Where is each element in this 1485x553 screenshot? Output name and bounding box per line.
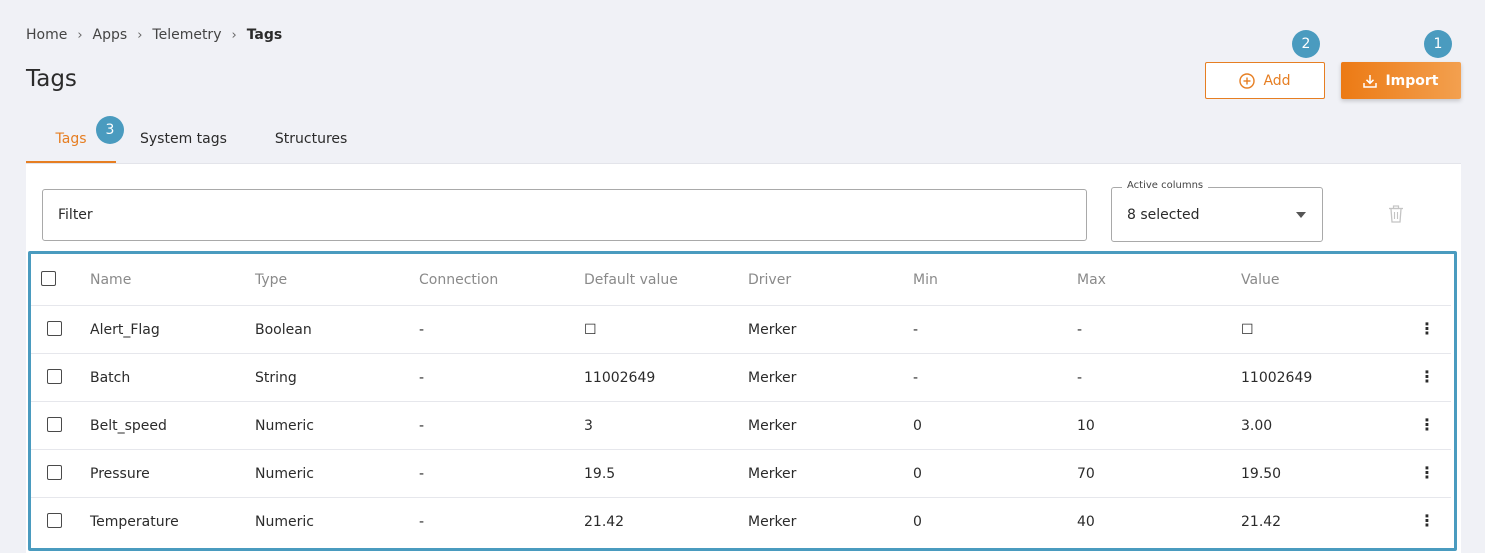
cell-value: 3.00	[1241, 417, 1273, 434]
row-checkbox[interactable]	[47, 417, 62, 432]
page-title: Tags	[26, 66, 77, 92]
table-row[interactable]: Belt_speed Numeric - 3 Merker 0 10 3.00 …	[31, 402, 1451, 450]
cell-driver: Merker	[748, 369, 797, 386]
breadcrumb-telemetry[interactable]: Telemetry	[152, 27, 221, 43]
more-vert-icon[interactable]: ⋮	[1419, 463, 1435, 482]
tags-table: Name Type Connection Default value Drive…	[28, 251, 1457, 551]
table-row[interactable]: Alert_Flag Boolean - ☐ Merker - - ☐ ⋮	[31, 306, 1451, 354]
cell-min: -	[913, 321, 919, 338]
cell-name: Alert_Flag	[90, 321, 160, 338]
cell-driver: Merker	[748, 321, 797, 338]
cell-connection: -	[419, 321, 425, 338]
table-row[interactable]: Pressure Numeric - 19.5 Merker 0 70 19.5…	[31, 450, 1451, 498]
cell-driver: Merker	[748, 417, 797, 434]
more-vert-icon[interactable]: ⋮	[1419, 319, 1435, 338]
tags-panel: Active columns 8 selected Name Type Conn…	[26, 163, 1461, 553]
table-row[interactable]: Batch String - 11002649 Merker - - 11002…	[31, 354, 1451, 402]
breadcrumb-home[interactable]: Home	[26, 27, 67, 43]
cell-name: Batch	[90, 369, 131, 386]
filter-input[interactable]	[58, 207, 1086, 223]
active-columns-value: 8 selected	[1127, 207, 1200, 223]
cell-min: 0	[913, 514, 922, 530]
cell-min: 0	[913, 465, 922, 482]
import-button[interactable]: Import	[1341, 62, 1461, 99]
column-header-name[interactable]: Name	[90, 254, 131, 305]
cell-name: Belt_speed	[90, 417, 167, 434]
active-columns-label: Active columns	[1122, 180, 1209, 191]
column-header-max[interactable]: Max	[1077, 254, 1106, 305]
add-button[interactable]: Add	[1205, 62, 1325, 99]
cell-default-value: 19.5	[584, 465, 616, 482]
cell-default-value: 3	[584, 417, 593, 434]
download-icon	[1363, 74, 1378, 88]
cell-min: -	[913, 369, 919, 386]
cell-default-value: 21.42	[584, 514, 625, 530]
breadcrumb-separator: ›	[137, 27, 143, 43]
cell-connection: -	[419, 514, 425, 530]
callout-badge-2: 2	[1292, 30, 1320, 58]
cell-max: 40	[1077, 514, 1095, 530]
column-header-default-value[interactable]: Default value	[584, 254, 678, 305]
cell-value: 11002649	[1241, 369, 1313, 386]
cell-name: Temperature	[90, 514, 179, 530]
callout-badge-1: 1	[1424, 30, 1452, 58]
add-button-label: Add	[1263, 72, 1291, 89]
cell-max: 70	[1077, 465, 1095, 482]
cell-type: Numeric	[255, 514, 314, 530]
add-circle-icon	[1239, 72, 1256, 89]
column-header-value[interactable]: Value	[1241, 254, 1279, 305]
cell-connection: -	[419, 417, 425, 434]
column-header-min[interactable]: Min	[913, 254, 938, 305]
cell-min: 0	[913, 417, 922, 434]
cell-connection: -	[419, 369, 425, 386]
select-all-checkbox[interactable]	[41, 271, 56, 286]
tab-structures[interactable]: Structures	[275, 118, 347, 163]
cell-value: 21.42	[1241, 514, 1282, 530]
cell-value: 19.50	[1241, 465, 1282, 482]
more-vert-icon[interactable]: ⋮	[1419, 415, 1435, 434]
column-header-type[interactable]: Type	[255, 254, 287, 305]
breadcrumb-apps[interactable]: Apps	[93, 27, 128, 43]
breadcrumb-separator: ›	[231, 27, 237, 43]
column-header-connection[interactable]: Connection	[419, 254, 498, 305]
cell-type: Numeric	[255, 465, 314, 482]
cell-connection: -	[419, 465, 425, 482]
breadcrumb: Home › Apps › Telemetry › Tags	[26, 27, 282, 43]
more-vert-icon[interactable]: ⋮	[1419, 511, 1435, 530]
table-row[interactable]: Temperature Numeric - 21.42 Merker 0 40 …	[31, 498, 1451, 546]
tab-bar: Tags System tags Structures	[26, 118, 347, 163]
row-checkbox[interactable]	[47, 513, 62, 528]
breadcrumb-separator: ›	[77, 27, 83, 43]
cell-name: Pressure	[90, 465, 150, 482]
row-checkbox[interactable]	[47, 369, 62, 384]
cell-max: -	[1077, 321, 1083, 338]
tab-system-tags[interactable]: System tags	[140, 118, 227, 163]
cell-driver: Merker	[748, 465, 797, 482]
trash-icon[interactable]	[1388, 205, 1404, 223]
filter-field[interactable]	[42, 189, 1087, 241]
cell-type: Numeric	[255, 417, 314, 434]
cell-default-value: ☐	[584, 321, 597, 338]
cell-driver: Merker	[748, 514, 797, 530]
more-vert-icon[interactable]: ⋮	[1419, 367, 1435, 386]
table-header-row: Name Type Connection Default value Drive…	[31, 254, 1451, 306]
cell-max: -	[1077, 369, 1083, 386]
cell-max: 10	[1077, 417, 1095, 434]
import-button-label: Import	[1385, 72, 1439, 89]
active-columns-select[interactable]: Active columns 8 selected	[1111, 180, 1323, 242]
cell-type: String	[255, 369, 297, 386]
tab-tags[interactable]: Tags	[26, 118, 116, 163]
breadcrumb-current: Tags	[246, 27, 283, 43]
row-checkbox[interactable]	[47, 465, 62, 480]
cell-type: Boolean	[255, 321, 312, 338]
dropdown-caret-icon	[1296, 212, 1306, 218]
cell-value: ☐	[1241, 321, 1254, 338]
row-checkbox[interactable]	[47, 321, 62, 336]
column-header-driver[interactable]: Driver	[748, 254, 791, 305]
cell-default-value: 11002649	[584, 369, 656, 386]
